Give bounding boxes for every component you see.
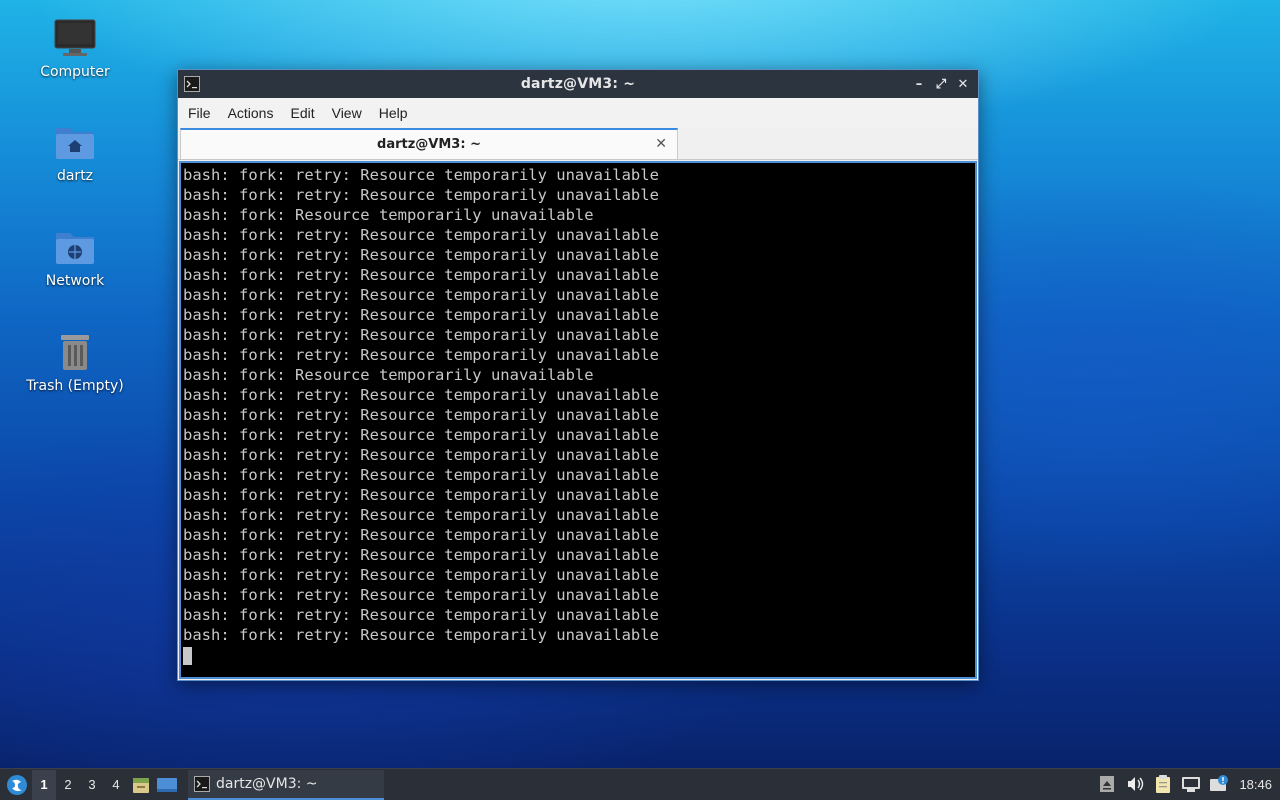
network-icon[interactable] (1177, 769, 1205, 799)
desktop-icon-network[interactable]: Network (15, 227, 135, 289)
terminal-line: bash: fork: retry: Resource temporarily … (183, 466, 659, 484)
tray-expand-icon[interactable] (1093, 769, 1121, 799)
close-button[interactable]: ✕ (954, 74, 972, 94)
terminal-output[interactable]: bash: fork: retry: Resource temporarily … (179, 161, 977, 679)
menu-help[interactable]: Help (373, 105, 414, 121)
workspace-4[interactable]: 4 (104, 770, 128, 800)
desktop-icon (157, 777, 177, 792)
workspace-1[interactable]: 1 (32, 769, 56, 800)
tab-label: dartz@VM3: ~ (377, 137, 481, 152)
network-folder-icon (56, 233, 94, 264)
taskbar-task-terminal[interactable]: dartz@VM3: ~ (188, 769, 384, 800)
desktop-icon-trash[interactable]: Trash (Empty) (15, 332, 135, 394)
terminal-line: bash: fork: retry: Resource temporarily … (183, 186, 659, 204)
terminal-line: bash: fork: retry: Resource temporarily … (183, 626, 659, 644)
terminal-line: bash: fork: retry: Resource temporarily … (183, 566, 659, 584)
tab-terminal[interactable]: dartz@VM3: ~ ✕ (180, 128, 678, 159)
terminal-line: bash: fork: retry: Resource temporarily … (183, 266, 659, 284)
terminal-icon[interactable] (184, 76, 200, 96)
terminal-line: bash: fork: retry: Resource temporarily … (183, 486, 659, 504)
terminal-line: bash: fork: retry: Resource temporarily … (183, 506, 659, 524)
file-manager-icon (133, 777, 149, 793)
menu-view[interactable]: View (326, 105, 368, 121)
terminal-line: bash: fork: retry: Resource temporarily … (183, 546, 659, 564)
terminal-line: bash: fork: retry: Resource temporarily … (183, 606, 659, 624)
menubar: File Actions Edit View Help (178, 98, 978, 128)
terminal-line: bash: fork: retry: Resource temporarily … (183, 386, 659, 404)
system-tray: 18:46 (1093, 769, 1280, 799)
terminal-line: bash: fork: retry: Resource temporarily … (183, 286, 659, 304)
desktop-icon-label: Computer (40, 64, 110, 80)
desktop-icon-label: Trash (Empty) (26, 378, 124, 394)
terminal-line: bash: fork: Resource temporarily unavail… (183, 206, 594, 224)
lxqt-logo-icon (7, 774, 27, 795)
terminal-line: bash: fork: retry: Resource temporarily … (183, 346, 659, 364)
desktop-icon-computer[interactable]: Computer (15, 18, 135, 80)
show-desktop-button[interactable] (154, 770, 180, 800)
menu-edit[interactable]: Edit (284, 105, 320, 121)
terminal-line: bash: fork: retry: Resource temporarily … (183, 586, 659, 604)
window-title: dartz@VM3: ~ (520, 76, 636, 92)
taskbar: 1 2 3 4 dartz@VM3: ~ 18:46 (0, 768, 1280, 800)
menu-actions[interactable]: Actions (222, 105, 280, 121)
terminal-line: bash: fork: Resource temporarily unavail… (183, 366, 594, 384)
terminal-line: bash: fork: retry: Resource temporarily … (183, 446, 659, 464)
terminal-icon (194, 775, 210, 792)
desktop-icon-home[interactable]: dartz (15, 122, 135, 184)
file-manager-launcher[interactable] (128, 770, 154, 800)
terminal-line: bash: fork: retry: Resource temporarily … (183, 426, 659, 444)
terminal-cursor (183, 647, 192, 665)
terminal-line: bash: fork: retry: Resource temporarily … (183, 406, 659, 424)
trash-icon (61, 335, 89, 370)
computer-icon (54, 19, 96, 56)
terminal-line: bash: fork: retry: Resource temporarily … (183, 526, 659, 544)
terminal-line: bash: fork: retry: Resource temporarily … (183, 326, 659, 344)
terminal-line: bash: fork: retry: Resource temporarily … (183, 306, 659, 324)
terminal-line: bash: fork: retry: Resource temporarily … (183, 226, 659, 244)
desktop-icon-label: dartz (56, 168, 94, 184)
tab-close-icon[interactable]: ✕ (655, 136, 667, 152)
app-menu-button[interactable] (2, 770, 32, 800)
terminal-window[interactable]: dartz@VM3: ~ – ⤢ ✕ File Actions Edit Vie… (177, 69, 979, 681)
tab-strip: dartz@VM3: ~ ✕ (178, 128, 978, 160)
home-folder-icon (56, 128, 94, 159)
maximize-button[interactable]: ⤢ (932, 74, 950, 94)
workspace-3[interactable]: 3 (80, 770, 104, 800)
desktop-icon-label: Network (45, 273, 105, 289)
window-titlebar[interactable]: dartz@VM3: ~ – ⤢ ✕ (178, 70, 978, 98)
workspace-2[interactable]: 2 (56, 770, 80, 800)
terminal-line: bash: fork: retry: Resource temporarily … (183, 166, 659, 184)
terminal-line: bash: fork: retry: Resource temporarily … (183, 246, 659, 264)
minimize-button[interactable]: – (910, 74, 928, 94)
clock[interactable]: 18:46 (1233, 777, 1280, 792)
volume-icon[interactable] (1121, 769, 1149, 799)
clipboard-icon[interactable] (1149, 769, 1177, 799)
update-notifier-icon[interactable] (1205, 769, 1233, 799)
task-label: dartz@VM3: ~ (216, 775, 318, 792)
menu-file[interactable]: File (182, 105, 217, 121)
